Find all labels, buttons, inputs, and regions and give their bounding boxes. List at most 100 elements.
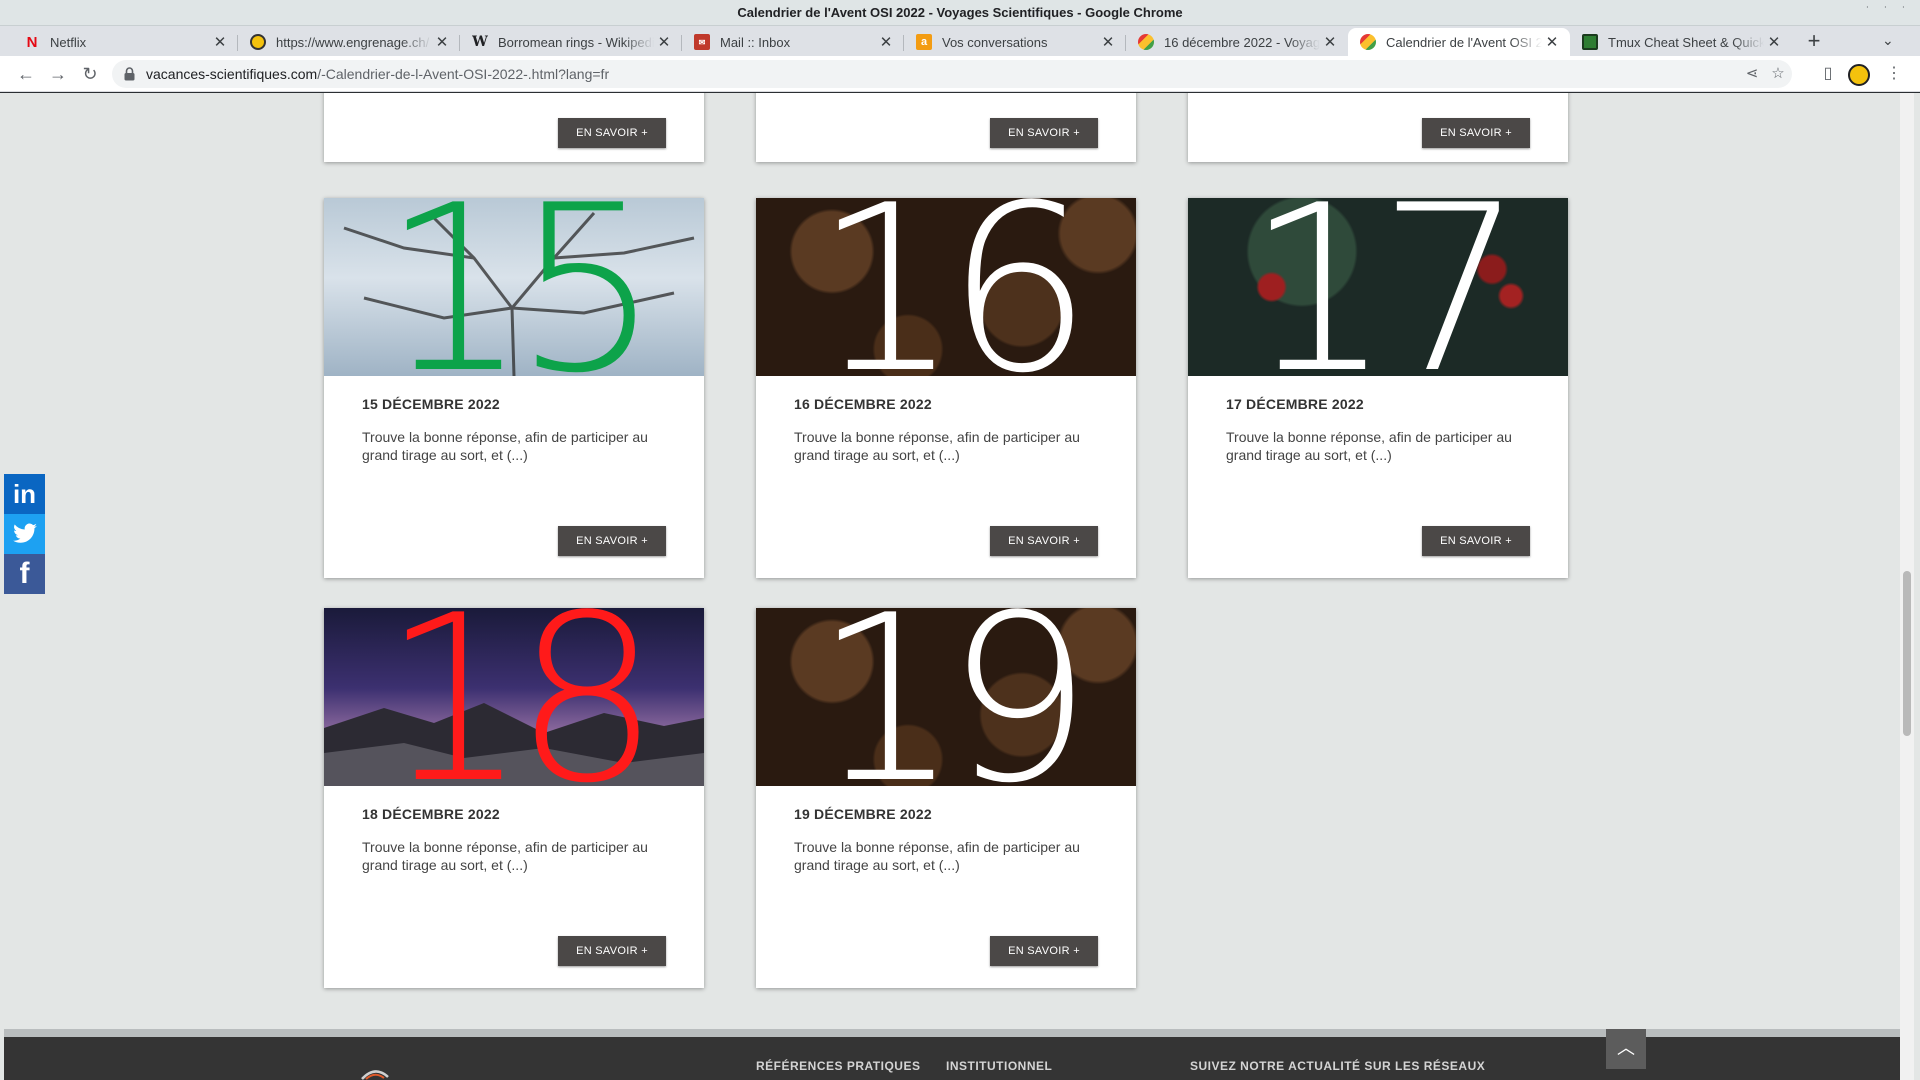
profile-avatar[interactable]: [1848, 64, 1870, 86]
close-icon[interactable]: ✕: [1098, 33, 1118, 51]
en-savoir-plus-button[interactable]: EN SAVOIR +: [990, 526, 1098, 556]
window-titlebar: Calendrier de l'Avent OSI 2022 - Voyages…: [0, 0, 1920, 26]
day-number: 16: [813, 198, 1093, 376]
calendar-card-15[interactable]: 15 15 DÉCEMBRE 2022 Trouve la bonne répo…: [324, 198, 704, 578]
card-image[interactable]: 17: [1188, 198, 1568, 376]
voyages-icon: [1138, 34, 1154, 50]
card-description: Trouve la bonne réponse, afin de partici…: [794, 839, 1080, 873]
close-icon[interactable]: ✕: [876, 33, 896, 51]
en-savoir-plus-button[interactable]: EN SAVOIR +: [1422, 526, 1530, 556]
calendar-card-16[interactable]: 16 16 DÉCEMBRE 2022 Trouve la bonne répo…: [756, 198, 1136, 578]
new-tab-button[interactable]: +: [1802, 30, 1826, 54]
tab-calendrier-avent[interactable]: Calendrier de l'Avent OSI 2022 ✕: [1348, 28, 1570, 56]
en-savoir-plus-button[interactable]: EN SAVOIR +: [990, 936, 1098, 966]
window-close-icon[interactable]: ˙: [1902, 4, 1906, 18]
calendar-card: EN SAVOIR +: [756, 93, 1136, 162]
window-maximize-icon[interactable]: ˙: [1884, 4, 1888, 18]
close-icon[interactable]: ✕: [654, 33, 674, 51]
tab-label: Tmux Cheat Sheet & Quick: [1608, 34, 1764, 50]
card-date: 16 DÉCEMBRE 2022: [794, 396, 932, 412]
voyages-icon: [1360, 34, 1376, 50]
footer-logo-icon: [361, 1070, 389, 1080]
address-url[interactable]: vacances-scientifiques.com/-Calendrier-d…: [146, 66, 609, 82]
facebook-icon[interactable]: f: [4, 554, 45, 594]
footer-heading-references: RÉFÉRENCES PRATIQUES: [756, 1059, 921, 1073]
engrenage-icon: [250, 34, 266, 50]
en-savoir-plus-button[interactable]: EN SAVOIR +: [558, 936, 666, 966]
scrollbar-thumb[interactable]: [1903, 571, 1911, 736]
tab-label: Calendrier de l'Avent OSI 2022: [1386, 34, 1542, 50]
close-icon[interactable]: ✕: [1542, 33, 1562, 51]
footer-heading-institutionnel: INSTITUTIONNEL: [946, 1059, 1053, 1073]
card-description: Trouve la bonne réponse, afin de partici…: [362, 839, 648, 873]
mail-icon: ✉: [694, 34, 710, 50]
share-icon[interactable]: ⋖: [1742, 64, 1762, 84]
kebab-menu-icon[interactable]: ⋮: [1882, 62, 1906, 86]
url-host: vacances-scientifiques.com: [146, 66, 318, 82]
tab-conversations[interactable]: a Vos conversations ✕: [904, 28, 1126, 56]
netflix-icon: N: [26, 33, 38, 51]
calendar-card-19[interactable]: 19 19 DÉCEMBRE 2022 Trouve la bonne répo…: [756, 608, 1136, 988]
address-bar[interactable]: vacances-scientifiques.com/-Calendrier-d…: [112, 60, 1792, 88]
card-image[interactable]: 16: [756, 198, 1136, 376]
en-savoir-plus-button[interactable]: EN SAVOIR +: [1422, 118, 1530, 148]
back-arrow-icon[interactable]: ←: [14, 62, 38, 86]
tab-mail[interactable]: ✉ Mail :: Inbox ✕: [682, 28, 904, 56]
en-savoir-plus-button[interactable]: EN SAVOIR +: [558, 118, 666, 148]
close-icon[interactable]: ✕: [1764, 33, 1784, 51]
chevron-up-icon: ︿: [1617, 1038, 1635, 1058]
conversations-icon: a: [916, 34, 932, 50]
en-savoir-plus-button[interactable]: EN SAVOIR +: [990, 118, 1098, 148]
day-number: 19: [813, 608, 1093, 786]
day-number: 15: [381, 198, 661, 376]
tab-label: Borromean rings - Wikipedia: [498, 34, 654, 50]
card-description: Trouve la bonne réponse, afin de partici…: [794, 429, 1080, 463]
card-date: 15 DÉCEMBRE 2022: [362, 396, 500, 412]
linkedin-icon[interactable]: in: [4, 474, 45, 514]
bookmark-star-icon[interactable]: ☆: [1768, 64, 1788, 84]
calendar-card-17[interactable]: 17 17 DÉCEMBRE 2022 Trouve la bonne répo…: [1188, 198, 1568, 578]
window-title: Calendrier de l'Avent OSI 2022 - Voyages…: [737, 5, 1183, 20]
tab-engrenage[interactable]: https://www.engrenage.ch/ ✕: [238, 28, 460, 56]
close-icon[interactable]: ✕: [1320, 33, 1340, 51]
tab-label: Vos conversations: [942, 34, 1048, 50]
card-image[interactable]: 15: [324, 198, 704, 376]
en-savoir-plus-button[interactable]: EN SAVOIR +: [558, 526, 666, 556]
tab-strip: N Netflix ✕ https://www.engrenage.ch/ ✕ …: [0, 26, 1920, 56]
card-image[interactable]: 19: [756, 608, 1136, 786]
card-description: Trouve la bonne réponse, afin de partici…: [1226, 429, 1512, 463]
tab-netflix[interactable]: N Netflix ✕: [12, 28, 238, 56]
browser-toolbar: ← → ↻ vacances-scientifiques.com/-Calend…: [0, 56, 1920, 92]
page-content: EN SAVOIR + EN SAVOIR + EN SAVOIR + 15 1…: [0, 93, 1920, 1080]
back-to-top-button[interactable]: ︿: [1606, 1029, 1646, 1069]
tab-label: https://www.engrenage.ch/: [276, 34, 430, 50]
footer-heading-reseaux: SUIVEZ NOTRE ACTUALITÉ SUR LES RÉSEAUX: [1190, 1059, 1486, 1073]
card-date: 18 DÉCEMBRE 2022: [362, 806, 500, 822]
day-number: 18: [381, 608, 661, 786]
card-image[interactable]: 18: [324, 608, 704, 786]
close-icon[interactable]: ✕: [210, 33, 230, 51]
close-icon[interactable]: ✕: [432, 33, 452, 51]
tmux-icon: [1582, 34, 1598, 50]
reload-icon[interactable]: ↻: [78, 62, 102, 86]
tab-tmux[interactable]: Tmux Cheat Sheet & Quick ✕: [1570, 28, 1792, 56]
card-description: Trouve la bonne réponse, afin de partici…: [362, 429, 648, 463]
twitter-bird-icon: [12, 523, 37, 543]
card-date: 17 DÉCEMBRE 2022: [1226, 396, 1364, 412]
calendar-card: EN SAVOIR +: [324, 93, 704, 162]
window-minimize-icon[interactable]: ˙: [1866, 4, 1870, 18]
card-date: 19 DÉCEMBRE 2022: [794, 806, 932, 822]
tab-label: Mail :: Inbox: [720, 34, 791, 50]
tab-voyages-16-decembre[interactable]: 16 décembre 2022 - Voyages ✕: [1126, 28, 1348, 56]
tab-label: 16 décembre 2022 - Voyages: [1164, 34, 1320, 50]
forward-arrow-icon[interactable]: →: [46, 62, 70, 86]
url-path: /-Calendrier-de-l-Avent-OSI-2022-.html?l…: [317, 66, 610, 82]
lock-icon: [124, 67, 135, 81]
side-panel-icon[interactable]: ▯: [1816, 62, 1840, 86]
tab-wikipedia[interactable]: W Borromean rings - Wikipedia ✕: [460, 28, 682, 56]
wikipedia-icon: W: [472, 34, 488, 50]
calendar-card-18[interactable]: 18 18 DÉCEMBRE 2022 Trouve la bonne répo…: [324, 608, 704, 988]
day-number: 17: [1245, 198, 1525, 376]
tab-search-chevron-icon[interactable]: ⌄: [1882, 32, 1894, 49]
twitter-icon[interactable]: [4, 514, 45, 554]
